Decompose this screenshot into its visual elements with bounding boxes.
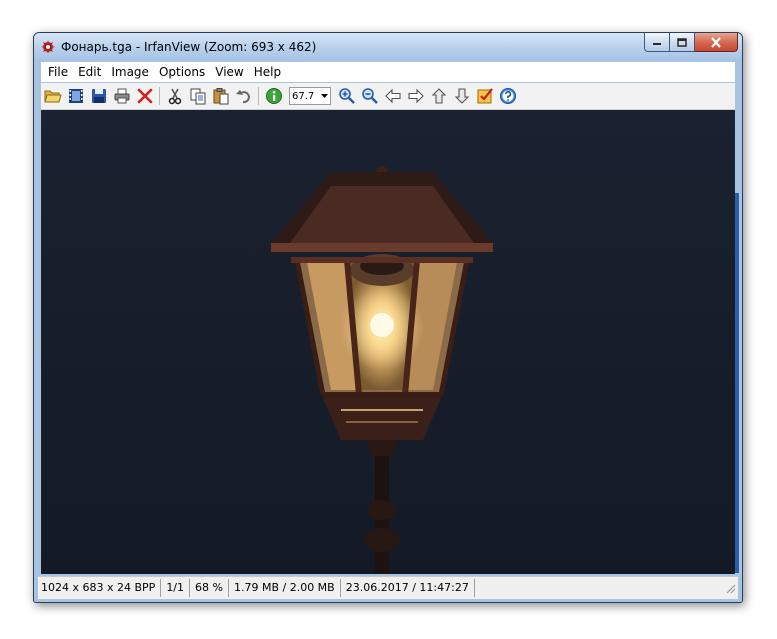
paste-icon — [213, 88, 228, 105]
maximize-icon — [677, 37, 687, 47]
toolbar-separator — [159, 87, 160, 105]
undo-button[interactable] — [232, 85, 255, 107]
menu-edit[interactable]: Edit — [73, 65, 106, 79]
zoom-in-icon — [338, 88, 355, 104]
toolbar-separator — [258, 87, 259, 105]
cut-icon — [168, 88, 181, 105]
previous-arrow-icon — [384, 88, 401, 104]
menu-bar: File Edit Image Options View Help — [41, 62, 735, 82]
zoom-in-button[interactable] — [335, 85, 358, 107]
open-folder-icon — [43, 90, 62, 103]
properties-button[interactable] — [473, 85, 496, 107]
status-dimensions: 1024 x 683 x 24 BPP — [38, 579, 162, 597]
street-lamp-image — [41, 110, 735, 574]
filmstrip-icon — [68, 89, 83, 103]
save-button[interactable] — [87, 85, 110, 107]
status-bar: 1024 x 683 x 24 BPP 1/1 68 % 1.79 MB / 2… — [38, 576, 738, 599]
scroll-accent — [735, 193, 739, 573]
slideshow-button[interactable] — [64, 85, 87, 107]
status-page: 1/1 — [161, 579, 191, 597]
open-button[interactable] — [41, 85, 64, 107]
save-icon — [91, 89, 106, 103]
resize-grip-icon[interactable] — [724, 582, 736, 594]
maximize-button[interactable] — [670, 33, 695, 52]
zoom-out-button[interactable] — [358, 85, 381, 107]
copy-icon — [190, 88, 205, 105]
zoom-select[interactable]: 67.7 — [289, 87, 331, 105]
zoom-value: 67.7 — [292, 90, 315, 102]
minimize-icon — [653, 43, 661, 45]
previous-button[interactable] — [381, 85, 404, 107]
next-arrow-icon — [407, 88, 424, 104]
status-zoom: 68 % — [190, 579, 229, 597]
irfanview-app-icon — [41, 40, 55, 54]
delete-button[interactable] — [133, 85, 156, 107]
print-button[interactable] — [110, 85, 133, 107]
window-title: Фонарь.tga - IrfanView (Zoom: 693 x 462) — [61, 40, 317, 54]
next-button[interactable] — [404, 85, 427, 107]
menu-file[interactable]: File — [41, 65, 73, 79]
info-button[interactable] — [262, 85, 285, 107]
info-icon — [265, 88, 282, 104]
close-button[interactable] — [695, 33, 738, 52]
help-icon — [499, 88, 516, 104]
window-controls — [644, 33, 738, 53]
help-button[interactable] — [496, 85, 519, 107]
last-file-icon — [454, 88, 469, 104]
toolbar: 67.7 — [41, 83, 735, 110]
menu-help[interactable]: Help — [249, 65, 286, 79]
last-file-button[interactable] — [450, 85, 473, 107]
irfanview-window: Фонарь.tga - IrfanView (Zoom: 693 x 462)… — [33, 32, 743, 603]
zoom-out-icon — [361, 88, 378, 104]
paste-button[interactable] — [209, 85, 232, 107]
minimize-button[interactable] — [644, 33, 670, 52]
close-icon — [711, 36, 721, 48]
menu-image[interactable]: Image — [106, 65, 154, 79]
first-file-icon — [431, 88, 446, 104]
menu-view[interactable]: View — [210, 65, 248, 79]
copy-button[interactable] — [186, 85, 209, 107]
cut-button[interactable] — [163, 85, 186, 107]
print-icon — [114, 88, 129, 104]
menu-options[interactable]: Options — [154, 65, 210, 79]
chevron-down-icon — [318, 88, 330, 104]
status-size: 1.79 MB / 2.00 MB — [229, 579, 341, 597]
first-file-button[interactable] — [427, 85, 450, 107]
undo-icon — [235, 90, 250, 104]
settings-checkbox-icon — [477, 88, 493, 104]
image-viewport[interactable] — [41, 110, 735, 574]
status-datetime: 23.06.2017 / 11:47:27 — [341, 579, 475, 597]
delete-icon — [137, 88, 152, 104]
title-bar[interactable]: Фонарь.tga - IrfanView (Zoom: 693 x 462) — [34, 33, 742, 61]
